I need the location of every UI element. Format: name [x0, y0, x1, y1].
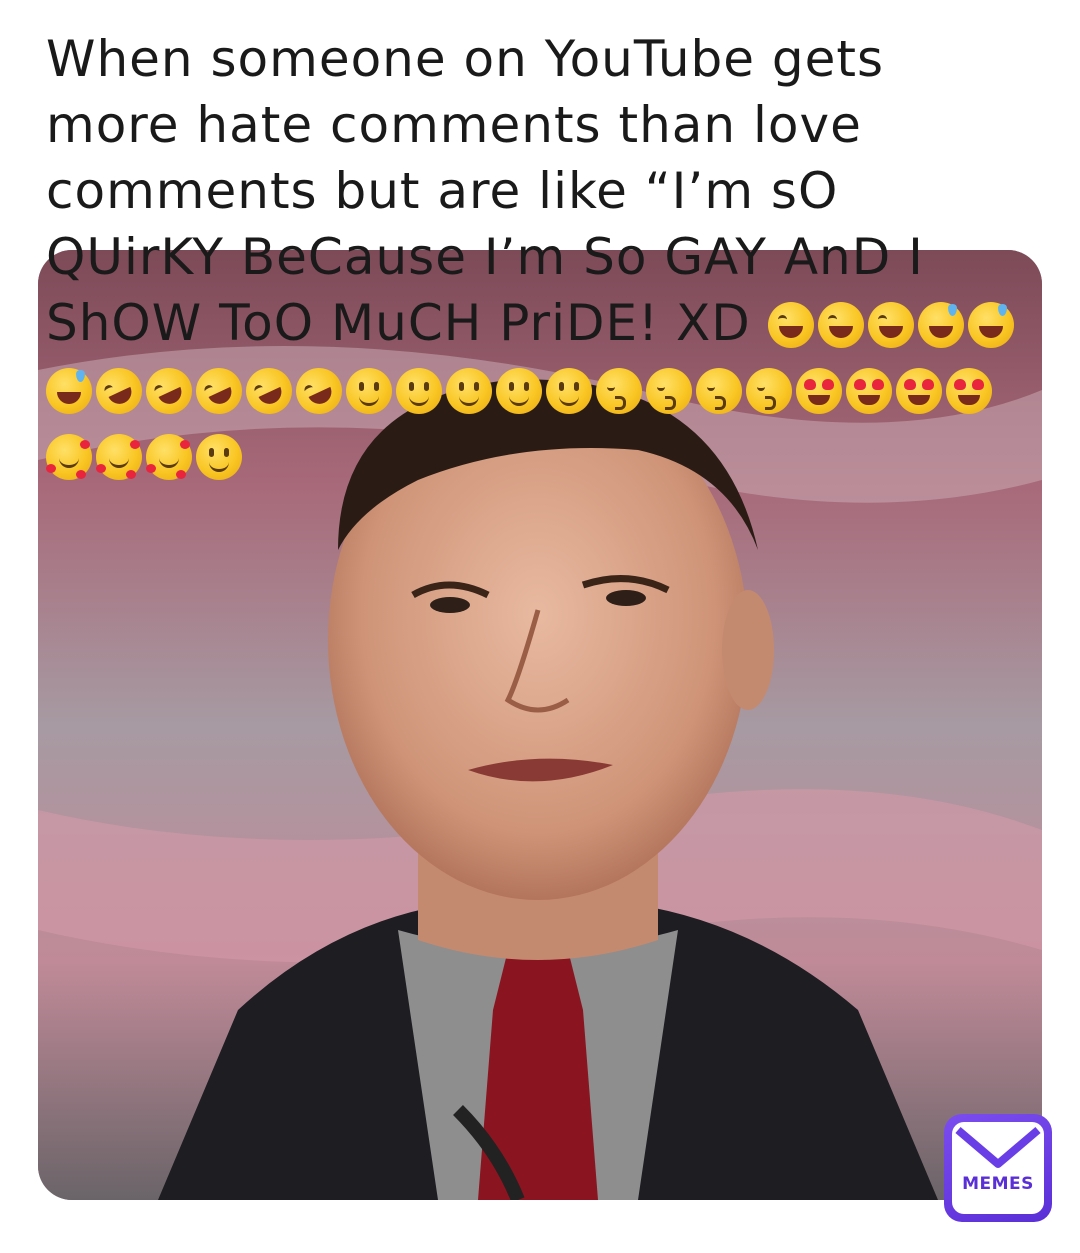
rofl-emoji-icon	[138, 360, 200, 422]
sweat-emoji-icon	[967, 302, 1014, 348]
hearts-emoji-icon	[896, 368, 942, 414]
meme-caption: When someone on YouTube gets more hate c…	[46, 26, 1026, 488]
smile-emoji-icon	[496, 368, 542, 414]
love-emoji-icon	[46, 434, 92, 480]
sweat-emoji-icon	[917, 302, 964, 348]
memes-logo-text: MEMES	[962, 1174, 1034, 1194]
joy-emoji-icon	[817, 302, 864, 348]
rofl-emoji-icon	[238, 360, 300, 422]
kiss-emoji-icon	[696, 368, 742, 414]
sweat-emoji-icon	[46, 368, 92, 414]
joy-emoji-icon	[867, 302, 914, 348]
smile-emoji-icon	[196, 434, 242, 480]
rofl-emoji-icon	[188, 360, 250, 422]
meme-canvas: When someone on YouTube gets more hate c…	[0, 0, 1080, 1253]
kiss-emoji-icon	[746, 368, 792, 414]
smile-emoji-icon	[546, 368, 592, 414]
rofl-emoji-icon	[288, 360, 350, 422]
kiss-emoji-icon	[646, 368, 692, 414]
smile-emoji-icon	[446, 368, 492, 414]
hearts-emoji-icon	[946, 368, 992, 414]
rofl-emoji-icon	[88, 360, 150, 422]
smile-emoji-icon	[396, 368, 442, 414]
joy-emoji-icon	[767, 302, 814, 348]
kiss-emoji-icon	[596, 368, 642, 414]
smile-emoji-icon	[346, 368, 392, 414]
memes-logo: MEMES	[944, 1114, 1052, 1222]
hearts-emoji-icon	[796, 368, 842, 414]
hearts-emoji-icon	[846, 368, 892, 414]
love-emoji-icon	[146, 434, 192, 480]
love-emoji-icon	[96, 434, 142, 480]
memes-logo-envelope: MEMES	[952, 1122, 1044, 1214]
envelope-icon	[955, 1126, 1041, 1168]
